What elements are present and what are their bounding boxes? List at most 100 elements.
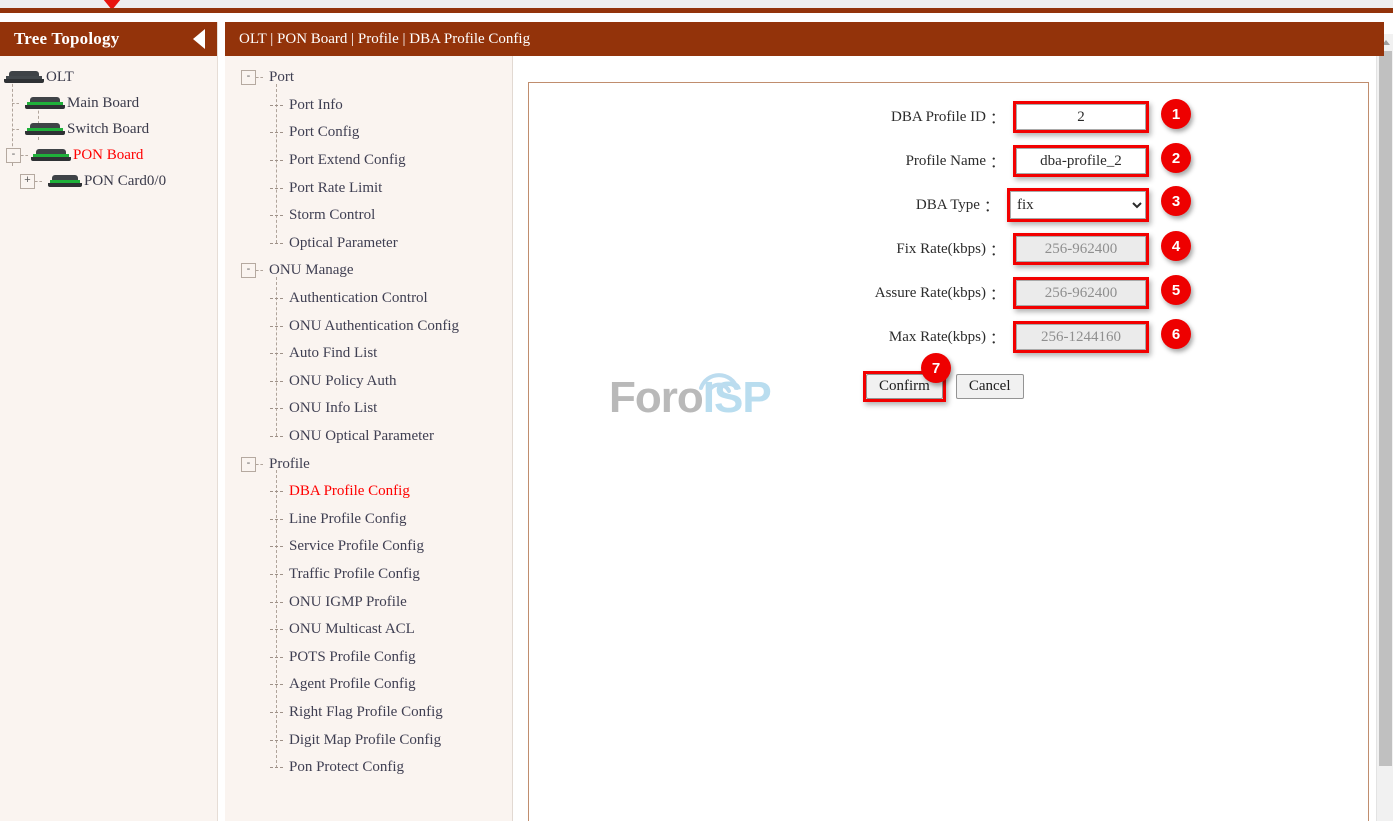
nav-item-onu-info-list[interactable]: ONU Info List: [225, 395, 512, 423]
tree-tick: [270, 519, 283, 520]
step-badge-6: 6: [1161, 319, 1191, 349]
field-colon: ：: [990, 327, 1013, 348]
tree-tick: [270, 353, 283, 354]
nav-item-label: Line Profile Config: [289, 511, 406, 528]
tree-expander-plus-icon[interactable]: +: [20, 174, 35, 189]
tree-tick: [270, 326, 283, 327]
form-row: DBA Profile ID：: [529, 101, 1149, 133]
nav-item-pon-protect-config[interactable]: Pon Protect Config: [225, 754, 512, 782]
nav-group-label: Port: [269, 69, 294, 86]
nav-item-label: Right Flag Profile Config: [289, 704, 443, 721]
nav-group-port[interactable]: -Port: [225, 64, 512, 92]
nav-item-digit-map-profile-config[interactable]: Digit Map Profile Config: [225, 726, 512, 754]
nav-item-label: ONU Policy Auth: [289, 373, 397, 390]
tree-tick: [35, 181, 42, 182]
nav-item-label: DBA Profile Config: [289, 483, 410, 500]
scrollbar-thumb[interactable]: [1379, 51, 1392, 766]
tree-expander-minus-icon[interactable]: -: [241, 70, 256, 85]
nav-item-auto-find-list[interactable]: Auto Find List: [225, 340, 512, 368]
sidebar-item-pon-card[interactable]: + PON Card0/0: [0, 168, 217, 194]
tree-tick: [270, 298, 283, 299]
tree-tick: [270, 629, 283, 630]
field-label: Fix Rate(kbps): [896, 241, 990, 258]
page-title: Tree Topology: [14, 29, 119, 49]
tree-expander-minus-icon[interactable]: -: [6, 148, 21, 163]
watermark-part1: Foro: [609, 373, 703, 422]
sidebar-item-label: PON Card0/0: [84, 173, 166, 190]
collapse-left-triangle-icon[interactable]: [193, 29, 205, 49]
dba-type-select[interactable]: fixassureassure+maxmax: [1010, 191, 1146, 219]
tree-tick: [270, 657, 283, 658]
wifi-signal-arc-icon: [698, 369, 740, 395]
max-rate-kbps-input[interactable]: [1016, 324, 1146, 350]
step-badge-2: 2: [1161, 143, 1191, 173]
nav-item-onu-optical-parameter[interactable]: ONU Optical Parameter: [225, 423, 512, 451]
nav-item-right-flag-profile-config[interactable]: Right Flag Profile Config: [225, 699, 512, 727]
sidebar-item-olt[interactable]: OLT: [0, 64, 217, 90]
nav-item-onu-authentication-config[interactable]: ONU Authentication Config: [225, 312, 512, 340]
nav-item-label: Traffic Profile Config: [289, 566, 420, 583]
dba-profile-id-input[interactable]: [1016, 104, 1146, 130]
tree-tick: [270, 408, 283, 409]
nav-item-label: Digit Map Profile Config: [289, 732, 441, 749]
nav-item-traffic-profile-config[interactable]: Traffic Profile Config: [225, 561, 512, 589]
nav-item-label: ONU Info List: [289, 400, 377, 417]
nav-scrollbar[interactable]: [1376, 34, 1393, 821]
nav-item-port-rate-limit[interactable]: Port Rate Limit: [225, 174, 512, 202]
nav-item-optical-parameter[interactable]: Optical Parameter: [225, 230, 512, 258]
tree-tick: [270, 574, 283, 575]
tree-tick: [12, 129, 19, 130]
tree-tick: [270, 767, 283, 768]
nav-item-label: ONU Multicast ACL: [289, 621, 415, 638]
cancel-button[interactable]: Cancel: [956, 374, 1024, 399]
sidebar-item-switch-board[interactable]: Switch Board: [0, 116, 217, 142]
tree-expander-minus-icon[interactable]: -: [241, 263, 256, 278]
nav-tree: -PortPort InfoPort ConfigPort Extend Con…: [225, 56, 512, 781]
nav-item-label: ONU Optical Parameter: [289, 428, 434, 445]
nav-item-label: Storm Control: [289, 207, 375, 224]
nav-item-onu-igmp-profile[interactable]: ONU IGMP Profile: [225, 588, 512, 616]
content-panel: ForoISP 1DBA Profile ID：2Profile Name：3D…: [528, 82, 1369, 821]
nav-item-onu-policy-auth[interactable]: ONU Policy Auth: [225, 368, 512, 396]
tree-expander-minus-icon[interactable]: -: [241, 457, 256, 472]
nav-item-dba-profile-config[interactable]: DBA Profile Config: [225, 478, 512, 506]
tree-tick: [270, 132, 283, 133]
sidebar-item-label: Main Board: [67, 95, 139, 112]
sidebar-header: Tree Topology: [0, 22, 217, 56]
nav-item-storm-control[interactable]: Storm Control: [225, 202, 512, 230]
tree-tick: [270, 215, 283, 216]
form-row: Profile Name：: [529, 145, 1149, 177]
sidebar-item-pon-board[interactable]: - PON Board: [0, 142, 217, 168]
nav-group-onu-manage[interactable]: -ONU Manage: [225, 257, 512, 285]
tree-tick: [270, 105, 283, 106]
nav-item-pots-profile-config[interactable]: POTS Profile Config: [225, 643, 512, 671]
sidebar-item-main-board[interactable]: Main Board: [0, 90, 217, 116]
tree-tick: [270, 602, 283, 603]
tree-tick: [270, 740, 283, 741]
foroisp-watermark: ForoISP: [609, 373, 809, 443]
field-colon: ：: [984, 195, 1007, 216]
assure-rate-kbps-input[interactable]: [1016, 280, 1146, 306]
nav-group-profile[interactable]: -Profile: [225, 450, 512, 478]
nav-item-service-profile-config[interactable]: Service Profile Config: [225, 533, 512, 561]
profile-name-input[interactable]: [1016, 148, 1146, 174]
tree-tick: [12, 103, 19, 104]
step-badge-3: 3: [1161, 186, 1191, 216]
nav-item-port-config[interactable]: Port Config: [225, 119, 512, 147]
field-highlight: [1013, 277, 1149, 309]
breadcrumb: OLT | PON Board | Profile | DBA Profile …: [239, 31, 530, 48]
field-highlight: [1013, 101, 1149, 133]
fix-rate-kbps-input[interactable]: [1016, 236, 1146, 262]
nav-item-port-extend-config[interactable]: Port Extend Config: [225, 147, 512, 175]
topology-tree: OLT Main Board Switch Board - PON Boar: [0, 56, 217, 194]
tree-tick: [270, 436, 283, 437]
nav-item-authentication-control[interactable]: Authentication Control: [225, 285, 512, 313]
nav-item-onu-multicast-acl[interactable]: ONU Multicast ACL: [225, 616, 512, 644]
nav-item-agent-profile-config[interactable]: Agent Profile Config: [225, 671, 512, 699]
nav-group-items: Authentication ControlONU Authentication…: [225, 285, 512, 451]
nav-item-port-info[interactable]: Port Info: [225, 92, 512, 120]
nav-item-label: Port Extend Config: [289, 152, 406, 169]
field-label: Profile Name: [906, 153, 990, 170]
device-board-icon: [25, 123, 65, 136]
nav-item-line-profile-config[interactable]: Line Profile Config: [225, 506, 512, 534]
